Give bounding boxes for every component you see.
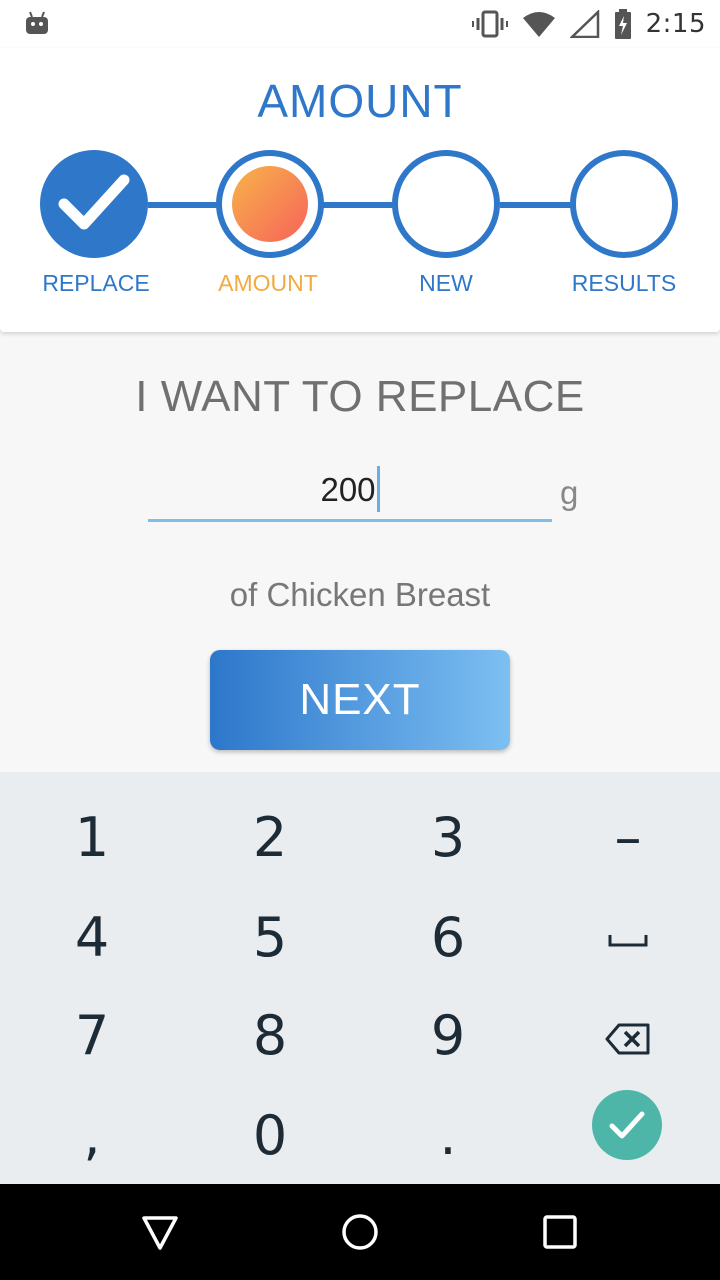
text-caret [376, 466, 380, 513]
key-3[interactable]: 3 [358, 788, 538, 888]
key-6[interactable]: 6 [358, 888, 538, 988]
key-8[interactable]: 8 [180, 986, 360, 1086]
step-results-circle[interactable] [570, 150, 678, 258]
step-label-new: NEW [419, 270, 473, 296]
step-connector [148, 202, 220, 208]
stepper-card: AMOUNT REPLACE AMOUNT NEW RESULTS [0, 48, 720, 332]
replace-heading: I WANT TO REPLACE [135, 372, 585, 421]
unit-label: g [560, 474, 579, 511]
done-key[interactable] [592, 1090, 662, 1160]
key-period[interactable]: . [358, 1086, 538, 1186]
key-5[interactable]: 5 [180, 888, 360, 988]
food-name: of Chicken Breast [229, 576, 491, 613]
wifi-icon [522, 12, 555, 37]
amount-input-text: 200 [148, 462, 552, 518]
key-comma[interactable]: , [2, 1086, 182, 1186]
key-minus[interactable]: – [538, 788, 718, 888]
step-label-replace: REPLACE [42, 270, 150, 296]
back-icon[interactable] [140, 1212, 180, 1252]
step-label-amount: AMOUNT [218, 270, 318, 296]
recents-icon[interactable] [540, 1212, 580, 1252]
step-label-results: RESULTS [571, 270, 677, 296]
amount-input[interactable]: 200 [148, 462, 552, 522]
vibrate-icon [471, 10, 508, 38]
key-0[interactable]: 0 [180, 1086, 360, 1186]
key-2[interactable]: 2 [180, 788, 360, 888]
signal-icon [569, 10, 599, 38]
android-icon [26, 11, 48, 34]
stepper-title: AMOUNT [257, 75, 463, 127]
key-1[interactable]: 1 [2, 788, 182, 888]
next-button[interactable]: NEXT [210, 650, 510, 750]
key-4[interactable]: 4 [2, 888, 182, 988]
key-space[interactable] [538, 888, 718, 988]
step-replace-circle[interactable] [40, 150, 148, 258]
step-amount-circle[interactable] [216, 150, 324, 258]
space-icon [608, 935, 648, 947]
status-time: 2:15 [645, 9, 706, 39]
step-connector [500, 202, 576, 208]
home-icon[interactable] [340, 1212, 380, 1252]
key-backspace[interactable] [538, 986, 718, 1086]
checkmark-icon [58, 174, 130, 230]
numeric-keyboard: 1 2 3 – 4 5 6 7 8 9 , 0 . [0, 772, 720, 1184]
step-connector [322, 202, 398, 208]
done-check-icon [609, 1111, 645, 1139]
backspace-icon [605, 1023, 650, 1055]
key-9[interactable]: 9 [358, 986, 538, 1086]
navigation-bar [0, 1184, 720, 1280]
amount-value: 200 [320, 471, 376, 508]
status-bar: 2:15 [0, 0, 720, 48]
active-step-dot [232, 166, 308, 242]
key-7[interactable]: 7 [2, 986, 182, 1086]
step-new-circle[interactable] [392, 150, 500, 258]
battery-charging-icon [614, 9, 631, 39]
